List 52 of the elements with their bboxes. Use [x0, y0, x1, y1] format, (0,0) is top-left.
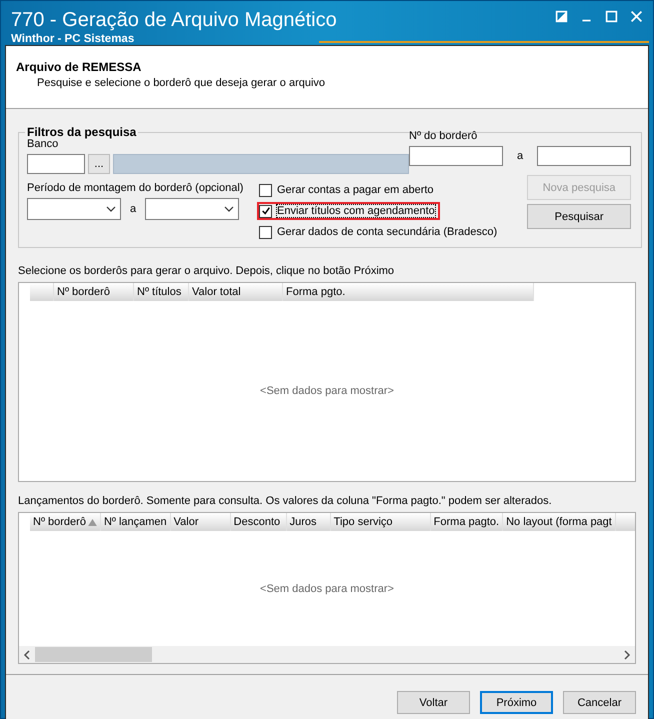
grid-instruction: Lançamentos do borderô. Somente para consulta. Os valores da coluna "Forma pagto." podem ser alterados. — [18, 494, 553, 508]
column-header[interactable]: Juros — [286, 513, 331, 531]
date-to-dropdown[interactable] — [145, 198, 240, 220]
chevron-down-icon — [224, 206, 234, 212]
group-title: Filtros da pesquisa — [26, 125, 138, 139]
restore-icon[interactable] — [555, 10, 568, 23]
wizard-button[interactable]: Cancelar — [563, 691, 636, 714]
column-header[interactable]: Nº borderô — [54, 283, 134, 301]
column-header[interactable]: Valor total — [189, 283, 283, 301]
scroll-left-icon[interactable] — [23, 650, 31, 660]
column-header[interactable]: Nº títulos — [134, 283, 189, 301]
checkbox-option[interactable]: Gerar contas a pagar em aberto — [257, 181, 439, 199]
maximize-icon[interactable] — [605, 10, 618, 23]
search-button[interactable]: Pesquisar — [527, 204, 632, 229]
field-label: Período de montagem do borderô (opcional) — [27, 181, 244, 195]
section-title: Arquivo de REMESSA — [16, 60, 142, 74]
range-separator: a — [516, 150, 524, 162]
window-subtitle: Winthor - PC Sistemas — [11, 33, 136, 45]
column-header[interactable]: Valor — [170, 513, 231, 531]
chevron-down-icon — [106, 206, 116, 212]
scroll-right-icon[interactable] — [623, 650, 631, 660]
column-header[interactable]: Forma pgto. — [283, 283, 534, 301]
column-header[interactable]: Nº lançamen — [100, 513, 171, 531]
close-icon[interactable] — [630, 10, 643, 23]
checkbox-option[interactable]: Enviar títulos com agendamento — [257, 202, 440, 220]
bank-code-field[interactable] — [27, 154, 85, 174]
scrollbar-thumb[interactable] — [35, 647, 152, 662]
column-header[interactable]: Tipo serviço — [330, 513, 431, 531]
field-label: Banco — [27, 137, 60, 151]
empty-message: <Sem dados para mostrar> — [259, 384, 395, 399]
bordero-to-field[interactable] — [537, 146, 632, 166]
field-label: Nº do borderô — [409, 129, 478, 143]
lookup-button[interactable]: ... — [88, 154, 110, 174]
checkbox-option[interactable]: Gerar dados de conta secundária (Bradesco) — [257, 223, 502, 241]
column-header[interactable]: Nº borderô — [30, 513, 101, 531]
horizontal-scrollbar[interactable] — [19, 646, 635, 663]
wizard-button[interactable]: Próximo — [480, 691, 553, 714]
date-from-dropdown[interactable] — [27, 198, 121, 220]
column-header[interactable]: Forma pagto. — [430, 513, 504, 531]
checkbox[interactable] — [259, 184, 272, 196]
wizard-button[interactable]: Voltar — [397, 691, 470, 714]
empty-message: <Sem dados para mostrar> — [259, 582, 395, 596]
section-description: Pesquise e selecione o borderô que deseja gerar o arquivo — [36, 77, 326, 89]
range-separator: a — [129, 203, 138, 215]
checkbox[interactable] — [259, 226, 272, 238]
column-header[interactable]: No layout (forma pagt — [503, 513, 616, 531]
bordero-from-field[interactable] — [409, 146, 503, 166]
checkbox[interactable] — [259, 204, 272, 218]
window-title: 770 - Geração de Arquivo Magnético — [11, 8, 337, 32]
sort-icon — [88, 518, 97, 526]
column-header[interactable]: Desconto — [230, 513, 287, 531]
grid-instruction: Selecione os borderôs para gerar o arquivo. Depois, clique no botão Próximo — [18, 264, 396, 278]
